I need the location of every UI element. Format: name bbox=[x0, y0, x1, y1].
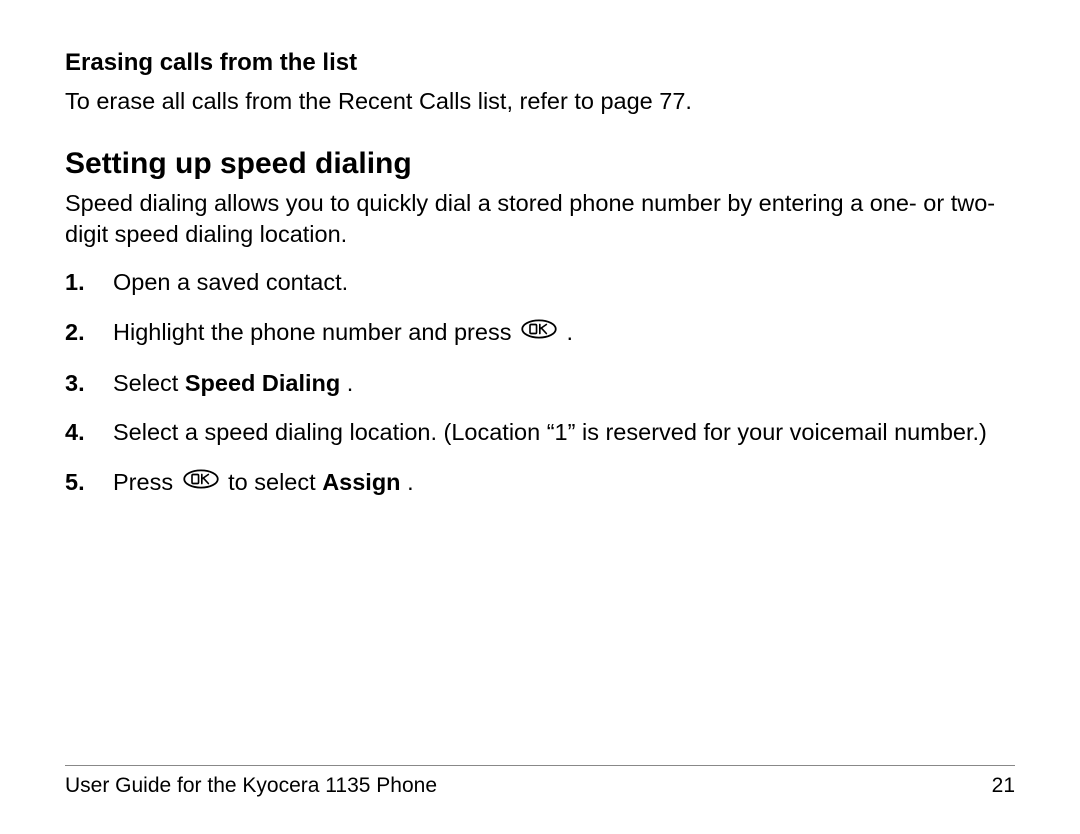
step-text: Press bbox=[113, 469, 180, 495]
step-bold: Assign bbox=[322, 469, 400, 495]
section-intro: Speed dialing allows you to quickly dial… bbox=[65, 188, 1015, 251]
step-5: 5. Press to select Assign . bbox=[65, 467, 1015, 500]
footer-left-text: User Guide for the Kyocera 1135 Phone bbox=[65, 774, 437, 798]
step-1: 1. Open a saved contact. bbox=[65, 267, 1015, 299]
step-text: . bbox=[567, 319, 574, 345]
step-text: to select bbox=[228, 469, 322, 495]
page-footer: User Guide for the Kyocera 1135 Phone 21 bbox=[65, 765, 1015, 798]
step-number: 3. bbox=[65, 368, 105, 400]
ok-button-icon bbox=[521, 316, 557, 348]
ok-button-icon bbox=[183, 466, 219, 498]
step-number: 5. bbox=[65, 467, 105, 499]
step-text: Select a speed dialing location. (Locati… bbox=[113, 419, 987, 445]
steps-list: 1. Open a saved contact. 2. Highlight th… bbox=[65, 267, 1015, 499]
step-3: 3. Select Speed Dialing . bbox=[65, 368, 1015, 400]
subsection-heading: Erasing calls from the list bbox=[65, 48, 1015, 78]
document-page: Erasing calls from the list To erase all… bbox=[0, 0, 1080, 834]
step-number: 1. bbox=[65, 267, 105, 299]
step-text: Select bbox=[113, 370, 185, 396]
step-text: Highlight the phone number and press bbox=[113, 319, 518, 345]
step-bold: Speed Dialing bbox=[185, 370, 340, 396]
subsection-body: To erase all calls from the Recent Calls… bbox=[65, 86, 1015, 118]
footer-page-number: 21 bbox=[992, 774, 1015, 798]
step-text: . bbox=[347, 370, 354, 396]
step-number: 2. bbox=[65, 317, 105, 349]
step-text: Open a saved contact. bbox=[113, 269, 348, 295]
section-heading: Setting up speed dialing bbox=[65, 146, 1015, 182]
step-text: . bbox=[407, 469, 414, 495]
step-number: 4. bbox=[65, 417, 105, 449]
step-4: 4. Select a speed dialing location. (Loc… bbox=[65, 417, 1015, 449]
step-2: 2. Highlight the phone number and press … bbox=[65, 317, 1015, 350]
